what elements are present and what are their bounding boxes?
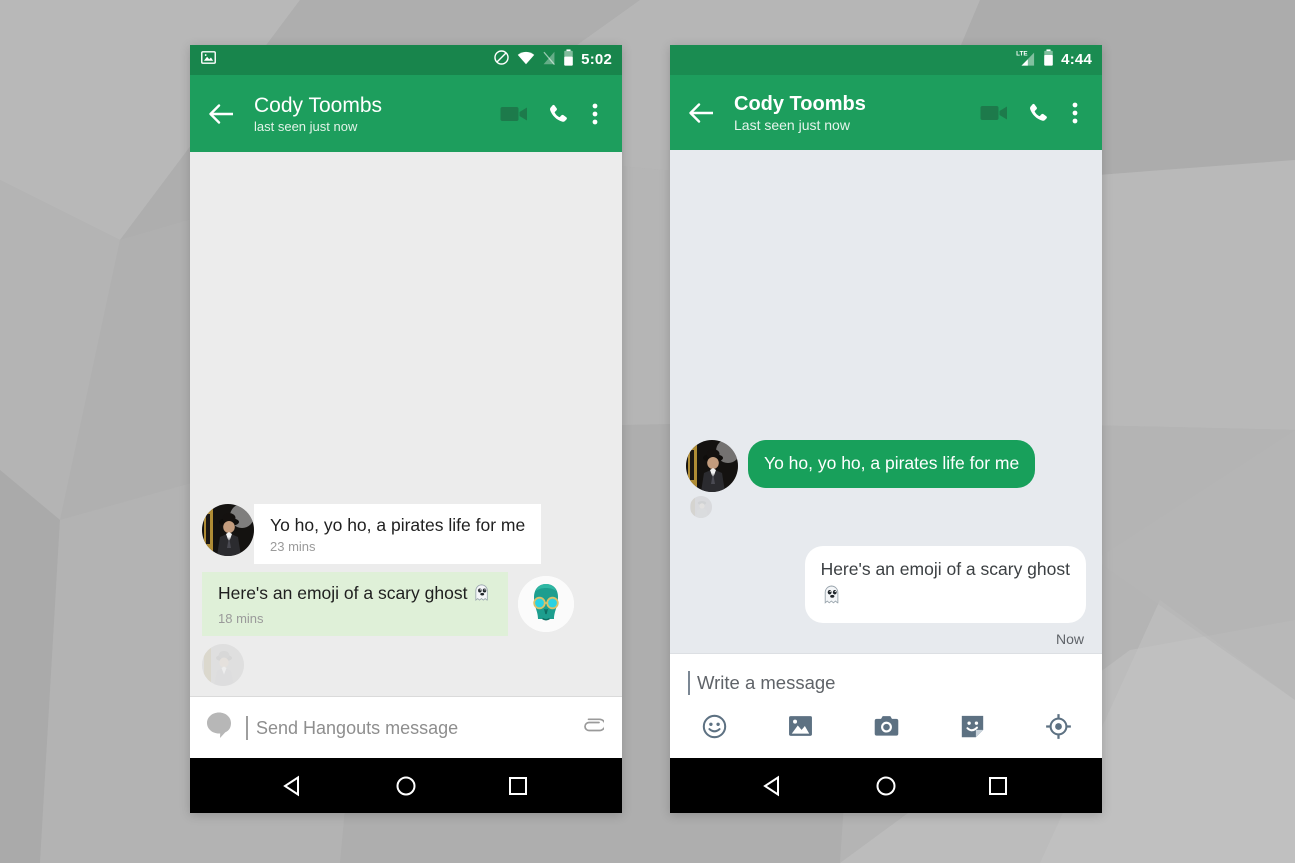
message-composer[interactable]: Send Hangouts message: [190, 696, 622, 758]
phone-call-icon[interactable]: [1018, 91, 1058, 135]
message-row-read-receipt: [670, 496, 1102, 518]
hangouts-bubble-icon[interactable]: [204, 710, 234, 745]
conversation-list[interactable]: Yo ho, yo ho, a pirates life for me 23 m…: [190, 152, 622, 696]
ghost-emoji: [821, 584, 1070, 611]
conversation-list[interactable]: Yo ho, yo ho, a pirates life for me Here…: [670, 150, 1102, 653]
phone-call-icon[interactable]: [538, 92, 578, 136]
sticker-icon[interactable]: [954, 711, 990, 741]
message-text: Yo ho, yo ho, a pirates life for me: [270, 515, 526, 535]
battery-icon: [563, 49, 574, 71]
composer-tool-row: [688, 711, 1084, 745]
message-composer[interactable]: Write a message: [670, 653, 1102, 758]
message-row-outgoing[interactable]: Here's an emoji of a scary ghost: [670, 546, 1102, 623]
cody-photo-avatar-faded[interactable]: [202, 644, 244, 686]
status-bar: 5:02: [190, 45, 622, 75]
status-bar-notifications: [200, 49, 217, 71]
recents-square-icon[interactable]: [494, 766, 542, 806]
attachment-paperclip-icon[interactable]: [578, 712, 606, 743]
app-bar: Cody Toombs Last seen just now: [670, 75, 1102, 150]
svg-text:LTE: LTE: [1016, 50, 1027, 57]
back-triangle-icon[interactable]: [750, 766, 798, 806]
signal-off-icon: [542, 50, 556, 71]
video-call-icon[interactable]: [974, 91, 1014, 135]
contact-status: last seen just now: [254, 118, 358, 134]
video-call-icon[interactable]: [494, 92, 534, 136]
message-text: Yo ho, yo ho, a pirates life for me: [764, 453, 1020, 473]
message-row-incoming[interactable]: Yo ho, yo ho, a pirates life for me: [670, 440, 1102, 492]
status-bar-clock: 5:02: [581, 51, 612, 68]
camera-icon[interactable]: [868, 711, 904, 741]
message-bubble-outgoing[interactable]: Here's an emoji of a scary ghost: [804, 546, 1086, 623]
message-input[interactable]: Write a message: [688, 671, 1084, 695]
phone-classic-hangouts: 5:02 Cody Toombs last seen just now Yo h…: [190, 45, 622, 813]
phone-material-hangouts: LTE 4:44 Cody Toombs Last seen just now …: [670, 45, 1102, 813]
battery-icon: [1043, 49, 1054, 71]
emoji-smiley-icon[interactable]: [696, 711, 732, 741]
ghost-emoji: [472, 583, 492, 609]
overflow-menu-icon[interactable]: [582, 92, 608, 136]
gallery-image-icon[interactable]: [782, 711, 818, 741]
location-icon[interactable]: [1040, 711, 1076, 741]
recents-square-icon[interactable]: [974, 766, 1022, 806]
lte-signal-icon: LTE: [1016, 49, 1036, 72]
back-arrow-icon[interactable]: [202, 94, 242, 134]
message-row-incoming[interactable]: Yo ho, yo ho, a pirates life for me 23 m…: [190, 504, 622, 564]
status-bar-clock: 4:44: [1061, 51, 1092, 68]
message-bubble-incoming[interactable]: Yo ho, yo ho, a pirates life for me: [748, 440, 1036, 488]
back-triangle-icon[interactable]: [270, 766, 318, 806]
teal-face-avatar[interactable]: [518, 576, 575, 632]
cody-photo-avatar-faded[interactable]: [690, 496, 712, 518]
message-bubble-incoming[interactable]: Yo ho, yo ho, a pirates life for me 23 m…: [254, 504, 542, 564]
android-nav-bar: [670, 758, 1102, 813]
status-bar-system-icons: 5:02: [493, 49, 612, 71]
overflow-menu-icon[interactable]: [1062, 91, 1088, 135]
message-timestamp: 18 mins: [218, 611, 264, 626]
message-bubble-outgoing[interactable]: Here's an emoji of a scary ghost 18 mins: [202, 572, 509, 636]
cody-photo-avatar[interactable]: [202, 504, 254, 556]
message-row-read-receipt: [190, 644, 622, 686]
app-bar-actions: [974, 91, 1088, 135]
message-text: Here's an emoji of a scary ghost: [218, 582, 492, 609]
message-row-outgoing[interactable]: Here's an emoji of a scary ghost 18 mins: [190, 572, 622, 636]
message-text: Here's an emoji of a scary ghost: [820, 559, 1070, 579]
home-circle-icon[interactable]: [862, 766, 910, 806]
message-timestamp: Now: [1055, 631, 1084, 647]
message-timestamp: 23 mins: [270, 539, 316, 554]
message-input[interactable]: Send Hangouts message: [246, 715, 566, 740]
cody-photo-avatar[interactable]: [686, 440, 738, 492]
wifi-icon: [517, 50, 535, 70]
app-bar: Cody Toombs last seen just now: [190, 75, 622, 152]
status-bar: LTE 4:44: [670, 45, 1102, 75]
app-bar-actions: [494, 92, 608, 136]
home-circle-icon[interactable]: [382, 766, 430, 806]
contact-status: Last seen just now: [734, 116, 850, 133]
contact-name: Cody Toombs: [734, 92, 866, 115]
app-bar-titles: Cody Toombs last seen just now: [254, 93, 494, 135]
image-notification-icon: [200, 49, 217, 71]
contact-name: Cody Toombs: [254, 93, 383, 117]
status-bar-system-icons: LTE 4:44: [1016, 49, 1092, 72]
back-arrow-icon[interactable]: [682, 93, 722, 133]
android-nav-bar: [190, 758, 622, 813]
app-bar-titles: Cody Toombs Last seen just now: [734, 92, 974, 134]
do-not-disturb-icon: [493, 49, 510, 71]
